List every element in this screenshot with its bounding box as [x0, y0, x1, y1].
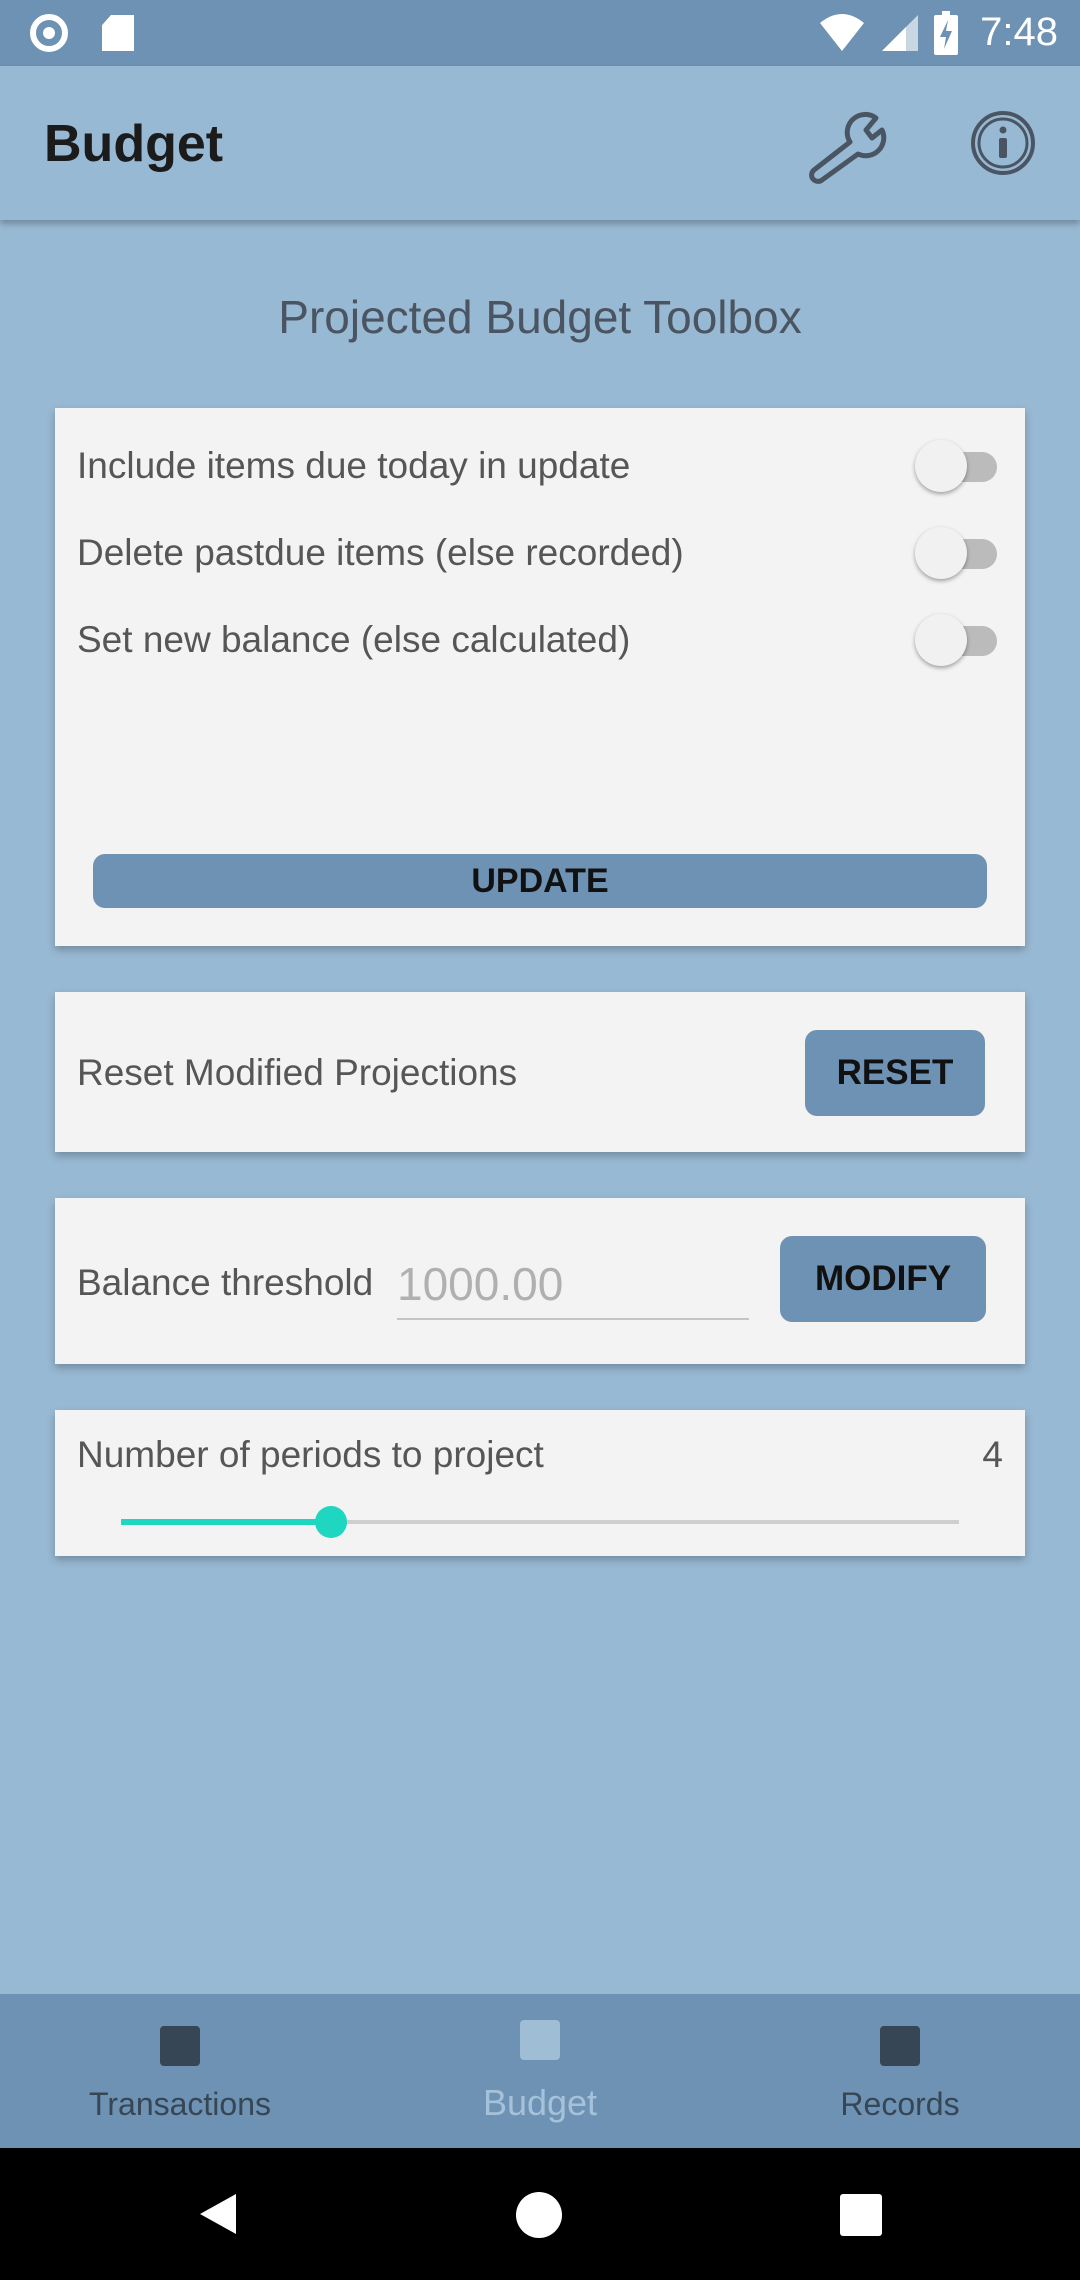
modify-button[interactable]: MODIFY — [780, 1236, 986, 1322]
nav-label: Records — [840, 2086, 960, 2122]
reset-button[interactable]: RESET — [805, 1030, 985, 1116]
reset-label: Reset Modified Projections — [77, 1052, 518, 1093]
option-row-include-today[interactable]: Include items due today in update — [77, 436, 1007, 496]
nav-label: Budget — [482, 2082, 598, 2123]
back-icon[interactable] — [196, 2192, 240, 2236]
nav-item-transactions[interactable]: Transactions — [0, 1994, 360, 2148]
nav-item-records[interactable]: Records — [720, 1994, 1080, 2148]
system-navigation-bar — [0, 2148, 1080, 2280]
option-row-delete-pastdue[interactable]: Delete pastdue items (else recorded) — [77, 523, 1007, 583]
nav-item-budget[interactable]: Budget — [360, 1994, 720, 2148]
update-button[interactable]: UPDATE — [93, 854, 987, 908]
app-title: Budget — [44, 115, 224, 173]
reset-card: Reset Modified Projections RESET — [55, 992, 1025, 1152]
slider-knob[interactable] — [314, 1506, 347, 1538]
nav-label: Transactions — [89, 2086, 271, 2122]
status-bar: 7:48 — [0, 0, 1080, 66]
option-row-set-balance[interactable]: Set new balance (else calculated) — [77, 610, 1007, 670]
budget-icon — [520, 2020, 560, 2060]
home-icon[interactable] — [516, 2192, 562, 2238]
option-label: Include items due today in update — [77, 445, 631, 486]
threshold-label: Balance threshold — [77, 1262, 374, 1303]
periods-value: 4 — [982, 1434, 1003, 1475]
periods-label: Number of periods to project — [77, 1434, 544, 1475]
transactions-icon — [160, 2026, 200, 2066]
records-icon — [880, 2026, 920, 2066]
periods-card: Number of periods to project 4 — [55, 1410, 1025, 1556]
slider-fill — [121, 1519, 331, 1525]
periods-slider[interactable] — [121, 1502, 959, 1542]
info-icon[interactable] — [968, 108, 1038, 178]
status-time: 7:48 — [980, 10, 1058, 54]
include-today-switch[interactable] — [915, 436, 1007, 496]
threshold-card: Balance threshold MODIFY — [55, 1198, 1025, 1364]
app-bar: Budget — [0, 66, 1080, 220]
bottom-navigation: Transactions Budget Records — [0, 1994, 1080, 2148]
recents-icon[interactable] — [840, 2194, 882, 2236]
option-label: Set new balance (else calculated) — [77, 619, 631, 660]
delete-pastdue-switch[interactable] — [915, 523, 1007, 583]
threshold-input[interactable] — [397, 1250, 749, 1320]
sd-card-icon — [102, 15, 134, 51]
wifi-icon — [820, 13, 865, 51]
set-balance-switch[interactable] — [915, 610, 1007, 670]
option-label: Delete pastdue items (else recorded) — [77, 532, 684, 573]
update-options-card: Include items due today in update Delete… — [55, 408, 1025, 946]
battery-charging-icon — [934, 10, 959, 55]
cell-signal-icon — [882, 14, 919, 51]
page-title: Projected Budget Toolbox — [278, 291, 802, 343]
screen: 7:48 Budget Projected Budget Toolbox Inc… — [0, 0, 1080, 2280]
sync-circle-icon — [30, 14, 68, 52]
wrench-icon[interactable] — [806, 108, 892, 194]
